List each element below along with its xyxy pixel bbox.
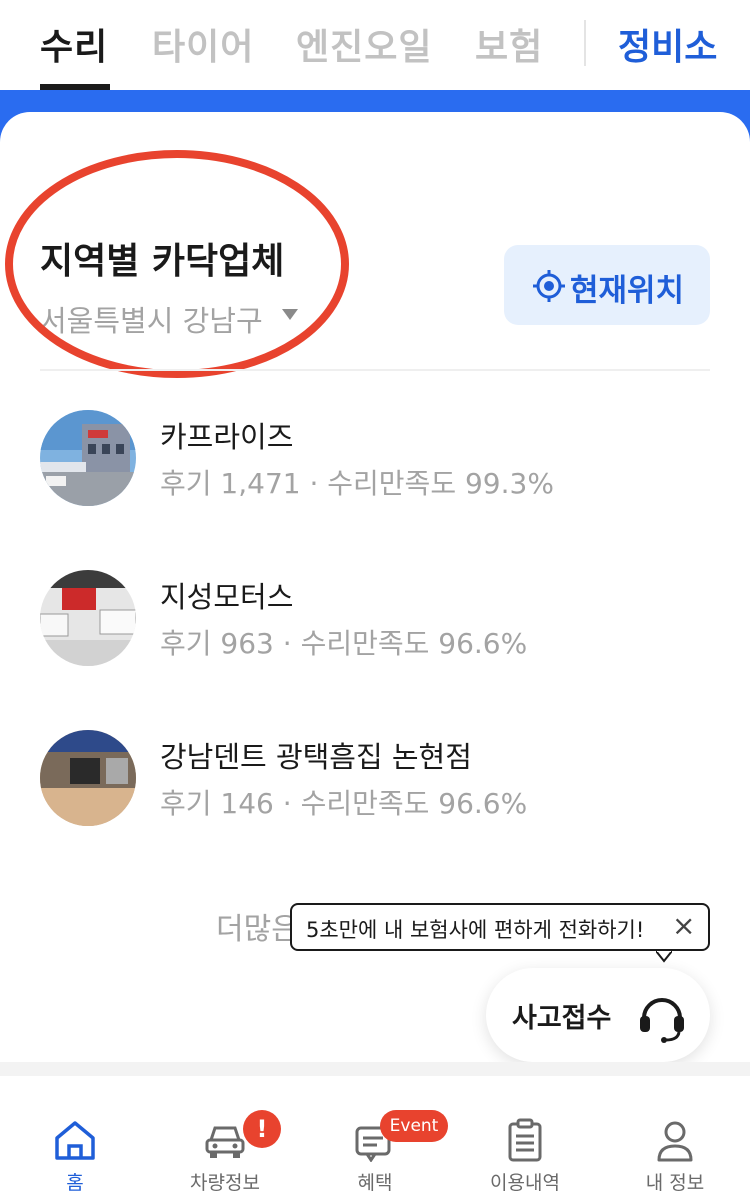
shop-list-item[interactable]: 지성모터스 후기 963 · 수리만족도 96.6%: [0, 570, 750, 680]
bottom-navigation: 홈 ! 차량정보 Event 혜택 이용내역 내 정보: [0, 1076, 750, 1201]
shop-stats: 후기 1,471 · 수리만족도 99.3%: [160, 467, 554, 500]
tab-repair[interactable]: 수리: [40, 18, 108, 70]
call-insurer-tooltip: 5초만에 내 보험사에 편하게 전화하기! ×: [290, 903, 710, 963]
shop-list-item[interactable]: 강남덴트 광택흠집 논현점 후기 146 · 수리만족도 96.6%: [0, 730, 750, 840]
shop-thumbnail: [40, 730, 136, 826]
target-icon: [533, 270, 565, 302]
section-divider: [40, 369, 710, 371]
event-badge: Event: [380, 1110, 448, 1142]
clipboard-icon: [508, 1118, 542, 1162]
shop-thumbnail: [40, 410, 136, 506]
section-spacer: [0, 1062, 750, 1076]
tooltip-tail: [656, 951, 672, 963]
nav-vehicle-info-label: 차량정보: [190, 1172, 260, 1194]
shop-stats: 후기 963 · 수리만족도 96.6%: [160, 627, 528, 660]
tab-insurance[interactable]: 보험: [475, 18, 543, 70]
more-shops-link[interactable]: 더많은: [216, 904, 299, 948]
shop-name: 강남덴트 광택흠집 논현점: [160, 740, 472, 774]
current-location-button[interactable]: 현재위치: [504, 245, 710, 325]
person-icon: [657, 1121, 693, 1162]
tooltip-text: 5초만에 내 보험사에 편하게 전화하기!: [306, 918, 645, 942]
tab-divider: [584, 20, 586, 66]
repair-shop-link[interactable]: 정비소: [618, 18, 717, 70]
nav-vehicle-info[interactable]: ! 차량정보: [150, 1076, 300, 1201]
current-location-label: 현재위치: [570, 273, 685, 309]
nav-benefits-label: 혜택: [357, 1172, 393, 1194]
shop-name: 카프라이즈: [160, 420, 294, 454]
shop-thumbnail: [40, 570, 136, 666]
shop-stats: 후기 146 · 수리만족도 96.6%: [160, 787, 528, 820]
nav-home-label: 홈: [66, 1172, 84, 1194]
top-tab-bar: 수리 타이어 엔진오일 보험 정비소: [0, 0, 750, 90]
accident-report-label: 사고접수: [512, 1003, 612, 1034]
tab-tire[interactable]: 타이어: [152, 18, 254, 70]
alert-badge: !: [243, 1110, 281, 1148]
nav-home[interactable]: 홈: [0, 1076, 150, 1201]
car-icon: [205, 1126, 245, 1158]
nav-history[interactable]: 이용내역: [450, 1076, 600, 1201]
home-icon: [55, 1121, 95, 1160]
shop-name: 지성모터스: [160, 580, 294, 614]
headset-icon: [640, 998, 684, 1043]
close-icon[interactable]: ×: [672, 911, 695, 941]
tab-engine-oil[interactable]: 엔진오일: [296, 18, 432, 70]
accident-report-button[interactable]: 사고접수: [486, 968, 710, 1062]
annotation-circle: [5, 150, 349, 378]
nav-my-info[interactable]: 내 정보: [600, 1076, 750, 1201]
nav-benefits[interactable]: Event 혜택: [300, 1076, 450, 1201]
nav-my-info-label: 내 정보: [645, 1172, 705, 1194]
nav-history-label: 이용내역: [490, 1172, 560, 1194]
shop-list-item[interactable]: 카프라이즈 후기 1,471 · 수리만족도 99.3%: [0, 410, 750, 520]
